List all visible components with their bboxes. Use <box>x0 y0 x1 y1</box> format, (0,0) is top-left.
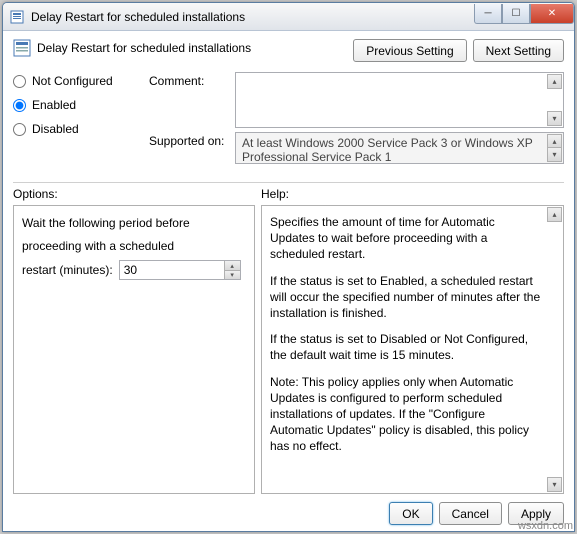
scroll-down-icon[interactable]: ▾ <box>547 147 562 162</box>
help-text: Specifies the amount of time for Automat… <box>270 214 541 454</box>
config-grid: Not Configured Enabled Disabled Comment:… <box>13 72 564 168</box>
comment-field-wrap: ▴ ▾ <box>235 72 564 128</box>
minimize-button[interactable]: ─ <box>474 4 502 24</box>
scroll-down-icon[interactable]: ▾ <box>547 477 562 492</box>
radio-disabled-label: Disabled <box>32 122 79 136</box>
radio-disabled-input[interactable] <box>13 123 26 136</box>
watermark: wsxdn.com <box>518 520 573 532</box>
restart-minutes-row: restart (minutes): ▴ ▾ <box>22 260 246 280</box>
panes: Wait the following period before proceed… <box>13 205 564 494</box>
option-text-1: Wait the following period before <box>22 214 246 233</box>
close-button[interactable]: ✕ <box>530 4 574 24</box>
restart-minutes-input[interactable] <box>120 261 224 279</box>
radio-enabled-label: Enabled <box>32 98 76 112</box>
supported-on-text: At least Windows 2000 Service Pack 3 or … <box>242 136 533 164</box>
ok-button[interactable]: OK <box>389 502 432 525</box>
dialog-body: Delay Restart for scheduled installation… <box>3 31 574 531</box>
help-pane: Specifies the amount of time for Automat… <box>261 205 564 494</box>
policy-title: Delay Restart for scheduled installation… <box>37 41 251 55</box>
options-pane: Wait the following period before proceed… <box>13 205 255 494</box>
scroll-up-icon[interactable]: ▴ <box>547 74 562 89</box>
cancel-button[interactable]: Cancel <box>439 502 502 525</box>
options-label: Options: <box>13 187 261 201</box>
comment-label: Comment: <box>149 72 229 88</box>
window-controls: ─ ☐ ✕ <box>474 4 574 24</box>
supported-on-box: At least Windows 2000 Service Pack 3 or … <box>235 132 564 164</box>
help-p2: If the status is set to Enabled, a sched… <box>270 273 541 322</box>
policy-icon <box>9 9 25 25</box>
restart-minutes-spinner: ▴ ▾ <box>119 260 241 280</box>
footer-buttons: OK Cancel Apply <box>13 494 564 525</box>
policy-header-icon <box>13 39 31 57</box>
maximize-button[interactable]: ☐ <box>502 4 530 24</box>
help-p3: If the status is set to Disabled or Not … <box>270 331 541 363</box>
spinner-down-icon[interactable]: ▾ <box>224 271 240 280</box>
supported-label: Supported on: <box>149 132 229 148</box>
help-label: Help: <box>261 187 564 201</box>
restart-minutes-label: restart (minutes): <box>22 263 113 277</box>
radio-enabled[interactable]: Enabled <box>13 98 143 112</box>
section-labels: Options: Help: <box>13 187 564 201</box>
radio-enabled-input[interactable] <box>13 99 26 112</box>
header-row: Delay Restart for scheduled installation… <box>13 39 564 62</box>
scroll-up-icon[interactable]: ▴ <box>547 207 562 222</box>
titlebar[interactable]: Delay Restart for scheduled installation… <box>3 3 574 31</box>
window-title: Delay Restart for scheduled installation… <box>31 10 474 24</box>
separator <box>13 182 564 183</box>
spinner-up-icon[interactable]: ▴ <box>224 261 240 271</box>
state-radios: Not Configured Enabled Disabled <box>13 72 143 136</box>
next-setting-button[interactable]: Next Setting <box>473 39 564 62</box>
previous-setting-button[interactable]: Previous Setting <box>353 39 466 62</box>
scroll-down-icon[interactable]: ▾ <box>547 111 562 126</box>
help-p1: Specifies the amount of time for Automat… <box>270 214 541 263</box>
comment-field[interactable] <box>236 73 563 127</box>
radio-disabled[interactable]: Disabled <box>13 122 143 136</box>
option-text-2: proceeding with a scheduled <box>22 237 246 256</box>
radio-not-configured[interactable]: Not Configured <box>13 74 143 88</box>
radio-not-configured-input[interactable] <box>13 75 26 88</box>
radio-not-configured-label: Not Configured <box>32 74 113 88</box>
dialog-window: Delay Restart for scheduled installation… <box>2 2 575 532</box>
help-p4: Note: This policy applies only when Auto… <box>270 374 541 455</box>
